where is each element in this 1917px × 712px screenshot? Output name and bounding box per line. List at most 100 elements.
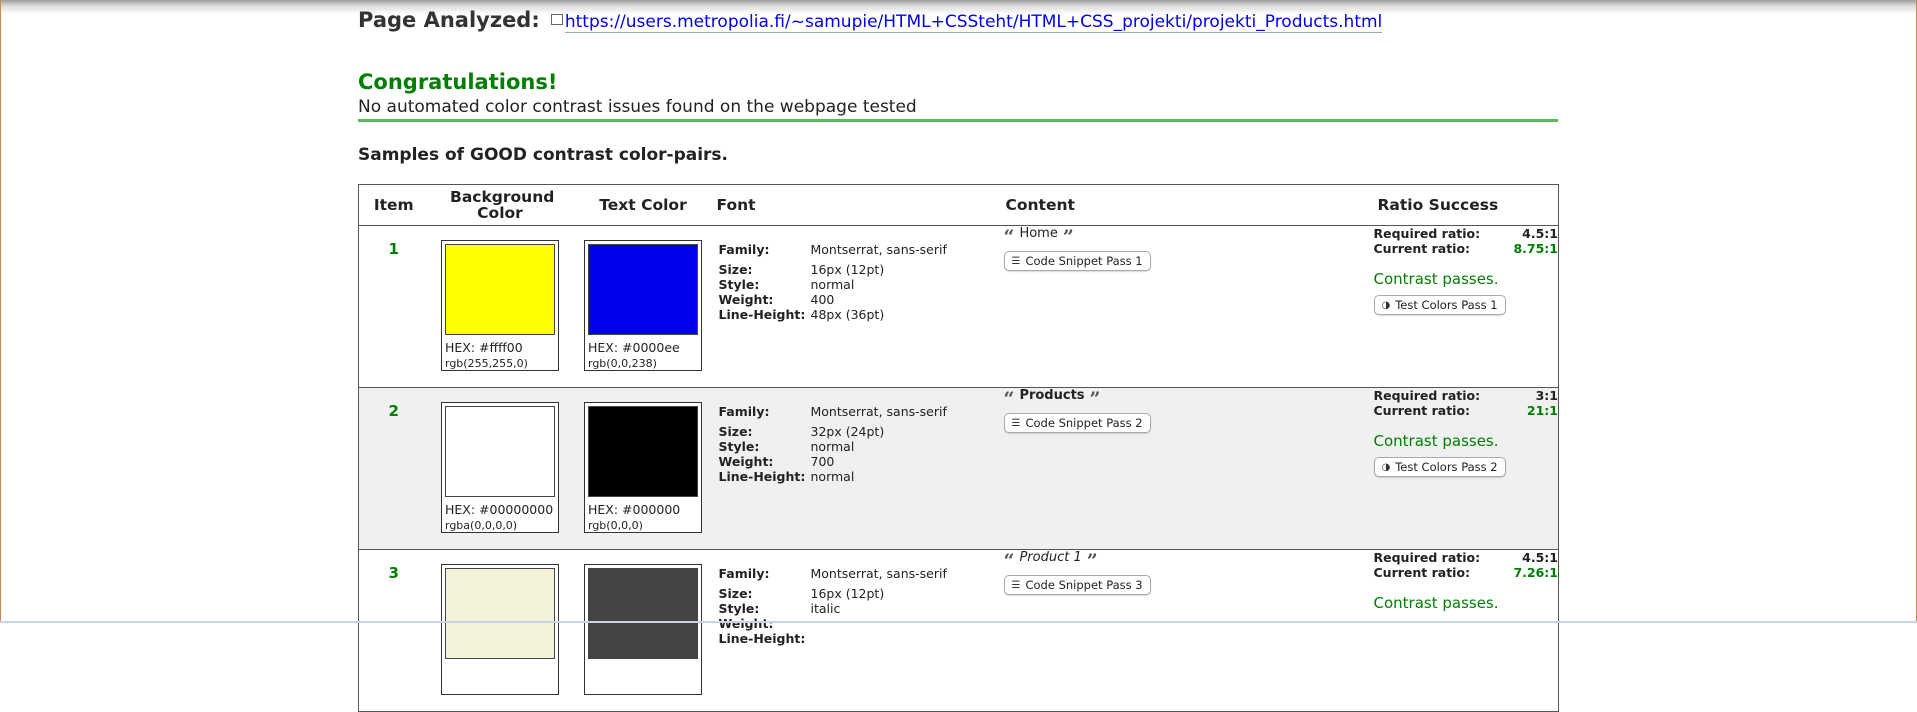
code-snippet-button[interactable]: ☰ Code Snippet Pass 1 [1003, 251, 1151, 271]
font-style-value: normal [810, 439, 855, 454]
font-cell: Family: Montserrat, sans-serif Size: 16p… [714, 549, 1004, 712]
text-swatch [588, 568, 698, 659]
font-cell: Family: Montserrat, sans-serif Size: 32p… [714, 387, 1004, 550]
font-size-value: 16px (12pt) [810, 262, 885, 277]
font-weight-value: 400 [810, 292, 835, 307]
code-snippet-button-label: Code Snippet Pass 2 [1025, 416, 1143, 430]
background-swatch-box: HEX: #00000000 rgba(0,0,0,0) [441, 402, 559, 533]
open-quote-icon: “ [1003, 387, 1015, 410]
header-text-color: Text Color [571, 184, 715, 226]
contrast-result: Contrast passes. [1373, 270, 1499, 288]
font-details: Family: Montserrat, sans-serif Size: 32p… [719, 404, 1004, 484]
current-ratio: Current ratio: 8.75:1 [1374, 241, 1559, 256]
code-snippet-button-label: Code Snippet Pass 3 [1025, 578, 1143, 592]
font-size-value: 16px (12pt) [810, 586, 885, 601]
text-swatch [588, 406, 698, 497]
current-ratio-label: Current ratio: [1373, 403, 1471, 418]
font-family-label: Family: [718, 404, 770, 419]
required-ratio: Required ratio: 4.5:1 [1374, 226, 1559, 241]
required-ratio: Required ratio: 3:1 [1374, 388, 1559, 403]
table-row: 2 HEX: #00000000 rgba(0,0,0,0) HEX: #000… [358, 387, 1559, 550]
text-swatch-box: HEX: #0000ee rgb(0,0,238) [584, 240, 702, 371]
text-color-cell [571, 549, 715, 712]
ratio-cell: Required ratio: 4.5:1 Current ratio: 8.7… [1373, 225, 1559, 388]
required-ratio-value: 4.5:1 [1522, 550, 1558, 565]
font-size-label: Size: [718, 262, 753, 277]
code-snippet-button[interactable]: ☰ Code Snippet Pass 2 [1003, 413, 1151, 433]
open-quote-icon: “ [1003, 225, 1015, 248]
current-ratio-value: 8.75:1 [1513, 241, 1558, 256]
font-family-value: Montserrat, sans-serif [810, 404, 947, 419]
font-weight-label: Weight: [718, 292, 774, 307]
ratio-cell: Required ratio: 3:1 Current ratio: 21:1 … [1373, 387, 1559, 550]
close-quote-icon: ” [1062, 225, 1074, 248]
item-cell: 2 [358, 387, 429, 550]
test-colors-button[interactable]: ◑ Test Colors Pass 2 [1373, 457, 1506, 477]
background-hex: HEX: #00000000 [445, 502, 554, 517]
item-number: 2 [388, 402, 399, 420]
text-swatch [588, 244, 698, 335]
required-ratio-value: 4.5:1 [1522, 226, 1558, 241]
header-background-color-label: Background Color [450, 188, 555, 222]
required-ratio: Required ratio: 4.5:1 [1374, 550, 1559, 565]
page-analyzed-label: Page Analyzed: [358, 8, 540, 32]
contrast-result: Contrast passes. [1373, 432, 1499, 450]
code-snippet-button[interactable]: ☰ Code Snippet Pass 3 [1003, 575, 1151, 595]
window-frame-left [0, 0, 1, 623]
current-ratio-value: 7.26:1 [1513, 565, 1558, 580]
content-quote: “ Products ” [1003, 387, 1374, 410]
font-weight-label: Weight: [718, 454, 774, 469]
text-hex: HEX: #000000 [588, 502, 681, 517]
text-rgb: rgb(0,0,0) [588, 519, 643, 532]
header-background-color: Background Color [428, 184, 572, 226]
background-color-cell: HEX: #ffff00 rgb(255,255,0) [428, 225, 572, 388]
font-cell: Family: Montserrat, sans-serif Size: 16p… [714, 225, 1004, 388]
external-link-icon [550, 14, 563, 25]
item-cell: 3 [358, 549, 429, 712]
current-ratio-value: 21:1 [1526, 403, 1558, 418]
code-lines-icon: ☰ [1011, 579, 1021, 591]
result-message: No automated color contrast issues found… [358, 97, 917, 117]
test-colors-button[interactable]: ◑ Test Colors Pass 1 [1373, 295, 1506, 315]
required-ratio-label: Required ratio: [1373, 388, 1481, 403]
current-ratio-label: Current ratio: [1373, 241, 1471, 256]
font-style-value: normal [810, 277, 855, 292]
item-number: 3 [388, 564, 399, 582]
background-swatch [445, 244, 555, 335]
item-number: 1 [388, 240, 399, 258]
code-lines-icon: ☰ [1011, 255, 1021, 267]
font-style-label: Style: [718, 277, 760, 292]
font-family-value: Montserrat, sans-serif [810, 566, 947, 581]
contrast-icon: ◑ [1381, 299, 1391, 311]
test-colors-button-label: Test Colors Pass 2 [1395, 460, 1498, 474]
content-quote: “ Product 1 ” [1003, 549, 1374, 572]
content-cell: “ Home ” ☰ Code Snippet Pass 1 [1003, 225, 1374, 388]
content-cell: “ Products ” ☰ Code Snippet Pass 2 [1003, 387, 1374, 550]
analyzed-url-link[interactable]: https://users.metropolia.fi/~samupie/HTM… [564, 12, 1383, 33]
content-quote: “ Home ” [1003, 225, 1374, 248]
font-style-value: italic [810, 601, 841, 616]
samples-heading: Samples of GOOD contrast color-pairs. [358, 145, 729, 165]
header-font: Font [714, 184, 1004, 226]
text-swatch-box: HEX: #000000 rgb(0,0,0) [584, 402, 702, 533]
background-color-cell: HEX: #00000000 rgba(0,0,0,0) [428, 387, 572, 550]
test-colors-button-label: Test Colors Pass 1 [1395, 298, 1498, 312]
content-cell: “ Product 1 ” ☰ Code Snippet Pass 3 [1003, 549, 1374, 712]
background-color-cell [428, 549, 572, 712]
background-swatch-box: HEX: #ffff00 rgb(255,255,0) [441, 240, 559, 371]
font-weight-label: Weight: [718, 616, 774, 631]
text-swatch-box [584, 564, 702, 695]
font-size-label: Size: [718, 586, 753, 601]
text-rgb: rgb(0,0,238) [588, 357, 657, 370]
congrats-heading: Congratulations! [358, 70, 558, 94]
contrast-icon: ◑ [1381, 461, 1391, 473]
font-style-label: Style: [718, 601, 760, 616]
font-family-value: Montserrat, sans-serif [810, 242, 947, 257]
header-content: Content [1003, 184, 1374, 226]
current-ratio-label: Current ratio: [1373, 565, 1471, 580]
background-hex: HEX: #ffff00 [445, 340, 523, 355]
open-quote-icon: “ [1003, 549, 1015, 572]
divider [358, 119, 1558, 122]
current-ratio: Current ratio: 21:1 [1374, 403, 1559, 418]
page-analyzed: Page Analyzed: https://users.metropolia.… [358, 8, 1383, 33]
